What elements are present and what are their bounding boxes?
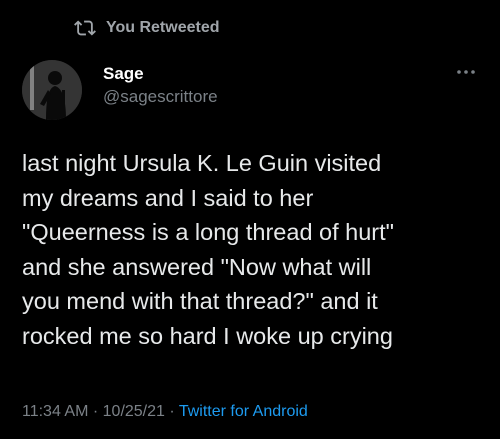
meta-separator: · [164,403,179,420]
tweet-line: and she answered "Now what will [22,253,372,280]
tweet-meta: 11:34 AM · 10/25/21 · Twitter for Androi… [22,403,308,421]
author-block[interactable]: Sage @sagescrittore [103,63,218,108]
retweet-context: You Retweeted [74,16,220,40]
tweet-line: "Queerness is a long thread of hurt" [22,219,395,245]
tweet-time[interactable]: 11:34 AM [22,403,88,420]
avatar[interactable] [22,60,82,120]
tweet-text: last night Ursula K. Le Guin visited my … [22,146,484,353]
tweet-line: last night Ursula K. Le Guin visited [22,150,382,176]
tweet-date[interactable]: 10/25/21 [103,403,165,420]
tweet-line: my dreams and I said to her [22,184,314,211]
tweet-line: you mend with that thread?" and it [22,288,378,314]
retweet-icon [74,17,96,39]
retweet-label: You Retweeted [106,19,220,36]
tweet-line: rocked me so hard I woke up crying [22,322,393,349]
more-horizontal-icon[interactable] [454,64,478,80]
author-name[interactable]: Sage [103,63,218,85]
meta-separator: · [88,403,103,420]
author-handle[interactable]: @sagescrittore [103,86,218,108]
tweet-source-link[interactable]: Twitter for Android [179,403,308,420]
